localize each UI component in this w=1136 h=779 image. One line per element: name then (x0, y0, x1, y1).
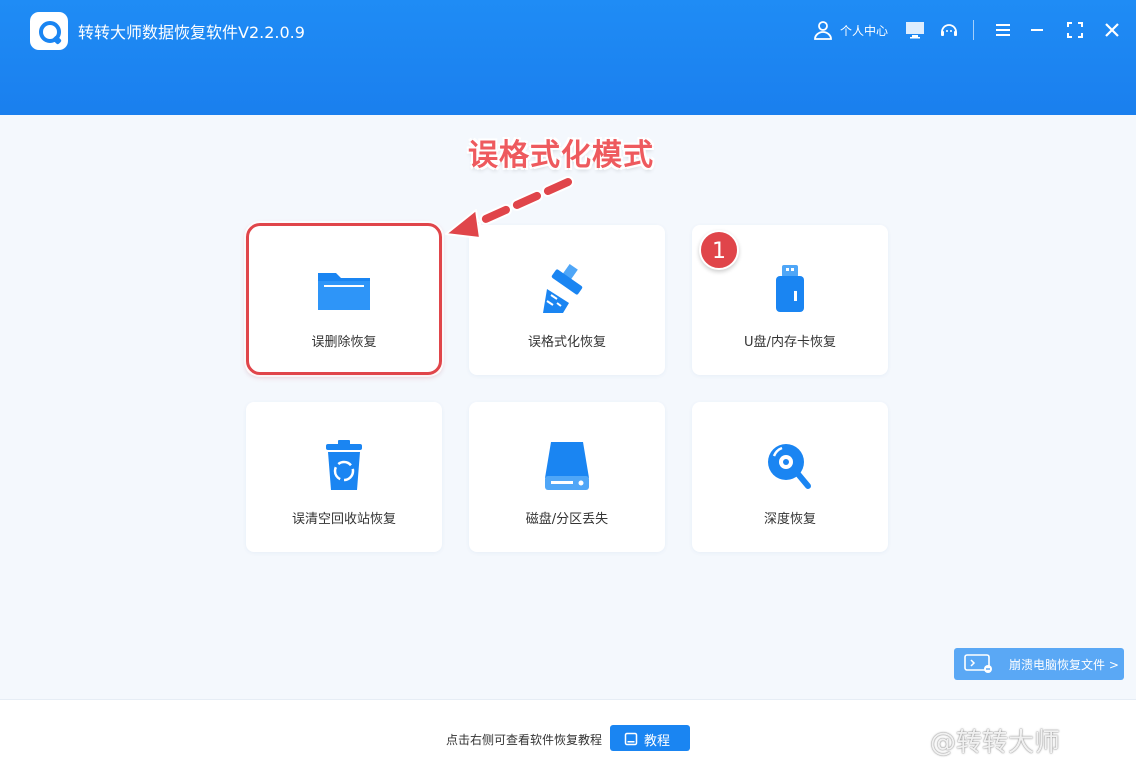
book-icon (624, 731, 638, 746)
annotation-title: 误格式化模式 (468, 138, 654, 173)
card-deep-recovery[interactable]: 深度恢复 (692, 402, 888, 552)
headset-icon[interactable] (938, 19, 960, 41)
card-recycle-bin-recovery[interactable]: 误清空回收站恢复 (246, 402, 442, 552)
card-label: 误格式化恢复 (527, 335, 606, 350)
arrow-icon (440, 170, 590, 250)
recycle-bin-icon (314, 440, 374, 492)
pc-crash-icon (964, 654, 994, 674)
crash-pc-recovery-label: 崩溃电脑恢复文件 > (1009, 658, 1119, 672)
disk-icon (537, 440, 597, 492)
card-label: 深度恢复 (763, 512, 816, 527)
title-bar: 转转大师数据恢复软件V2.2.0.9 个人中心 (0, 0, 1136, 115)
card-partition-recovery[interactable]: 磁盘/分区丢失 (469, 402, 665, 552)
app-logo-icon (30, 12, 68, 50)
maximize-icon[interactable] (1064, 19, 1086, 41)
card-label: U盘/内存卡恢复 (744, 335, 836, 350)
card-label: 磁盘/分区丢失 (525, 512, 609, 527)
header-divider (973, 20, 974, 40)
deep-scan-icon (760, 440, 820, 492)
app-title: 转转大师数据恢复软件V2.2.0.9 (78, 23, 305, 42)
broom-icon (537, 263, 597, 315)
tutorial-hint: 点击右侧可查看软件恢复教程 (446, 733, 603, 747)
menu-icon[interactable] (992, 19, 1014, 41)
highlight-frame (246, 223, 442, 375)
tutorial-button-label: 教程 (644, 734, 671, 749)
card-label: 误清空回收站恢复 (291, 512, 396, 527)
close-icon[interactable] (1101, 19, 1123, 41)
tutorial-button[interactable]: 教程 (610, 725, 690, 751)
user-icon[interactable] (812, 19, 834, 41)
user-center-link[interactable]: 个人中心 (840, 22, 888, 39)
step-badge: 1 (699, 230, 739, 270)
minimize-icon[interactable] (1026, 19, 1048, 41)
usb-drive-icon (760, 263, 820, 315)
crash-pc-recovery-button[interactable]: 崩溃电脑恢复文件 > (954, 648, 1124, 680)
monitor-icon[interactable] (904, 19, 926, 41)
watermark: @转转大师 (930, 728, 1061, 758)
